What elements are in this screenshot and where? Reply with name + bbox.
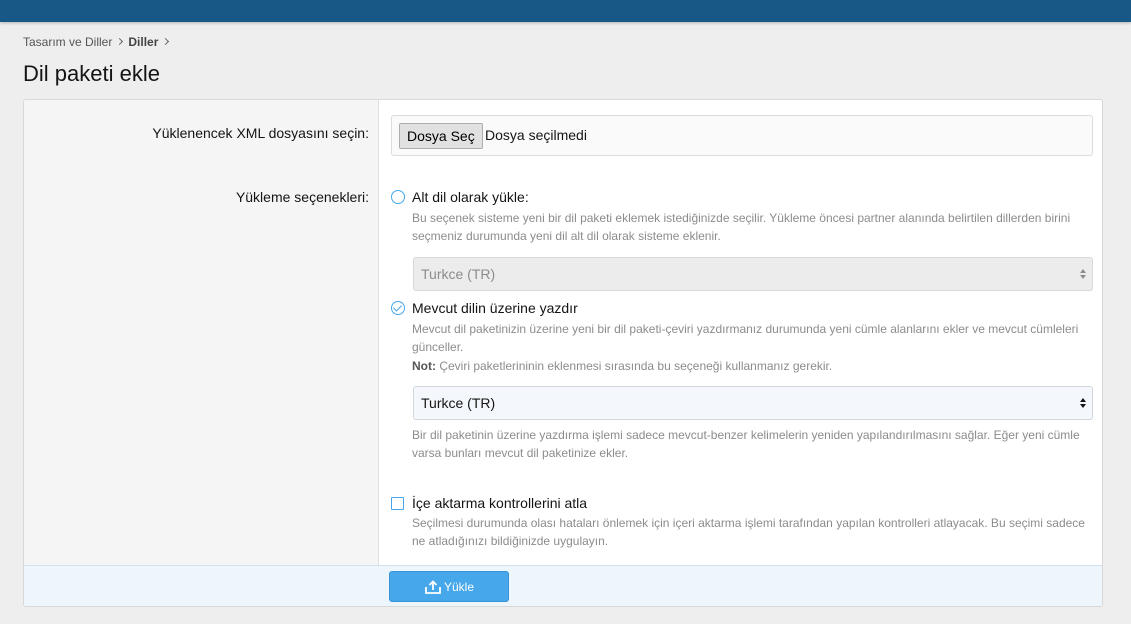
select-arrows-icon [1080,269,1087,280]
note-label: Not: [412,359,436,373]
sub-language-select-value: Turkce (TR) [421,266,496,282]
note-text: Çeviri paketlerininin eklenmesi sırasınd… [436,359,833,373]
sub-language-select: Turkce (TR) [413,257,1093,291]
choose-file-button[interactable]: Dosya Seç [399,123,483,149]
select-arrows-icon [1080,398,1087,409]
page-title: Dil paketi ekle [23,61,160,86]
add-language-pack-form: Yüklenencek XML dosyasını seçin: Dosya S… [23,99,1103,607]
form-label-column [24,100,379,565]
upload-icon [425,579,441,594]
file-upload-label: Yüklenencek XML dosyasını seçin: [152,125,369,141]
skip-checks-checkbox[interactable] [391,497,404,510]
overwrite-after-description: Bir dil paketinin üzerine yazdırma işlem… [412,428,1080,460]
sub-language-radio[interactable] [391,190,405,204]
breadcrumb-item-design-languages[interactable]: Tasarım ve Diller [23,35,112,49]
file-status-text: Dosya seçilmedi [485,127,587,143]
skip-checks-description: Seçilmesi durumunda olası hataları önlem… [412,516,1085,548]
overwrite-description: Mevcut dil paketinizin üzerine yeni bir … [412,322,1079,354]
chevron-right-icon [116,37,124,45]
overwrite-select-value: Turkce (TR) [421,395,496,411]
sub-language-description: Bu seçenek sisteme yeni bir dil paketi e… [412,211,1071,243]
file-upload-field: Dosya Seç Dosya seçilmedi [391,115,1093,156]
sub-language-title[interactable]: Alt dil olarak yükle: [412,189,529,205]
upload-submit-button[interactable]: Yükle [389,571,509,602]
form-footer: Yükle [24,565,1102,606]
overwrite-note: Not: Çeviri paketlerininin eklenmesi sır… [412,357,1092,375]
skip-checks-title[interactable]: İçe aktarma kontrollerini atla [412,495,587,511]
chevron-right-icon [162,37,170,45]
breadcrumb-item-languages[interactable]: Diller [128,35,158,49]
upload-options-label: Yükleme seçenekleri: [235,189,369,205]
top-navigation-bar [0,0,1131,22]
overwrite-language-select[interactable]: Turkce (TR) [413,386,1093,420]
upload-button-label: Yükle [443,579,475,594]
breadcrumb: Tasarım ve Diller Diller [23,35,174,49]
overwrite-title[interactable]: Mevcut dilin üzerine yazdır [412,300,578,316]
overwrite-radio[interactable] [391,301,405,315]
